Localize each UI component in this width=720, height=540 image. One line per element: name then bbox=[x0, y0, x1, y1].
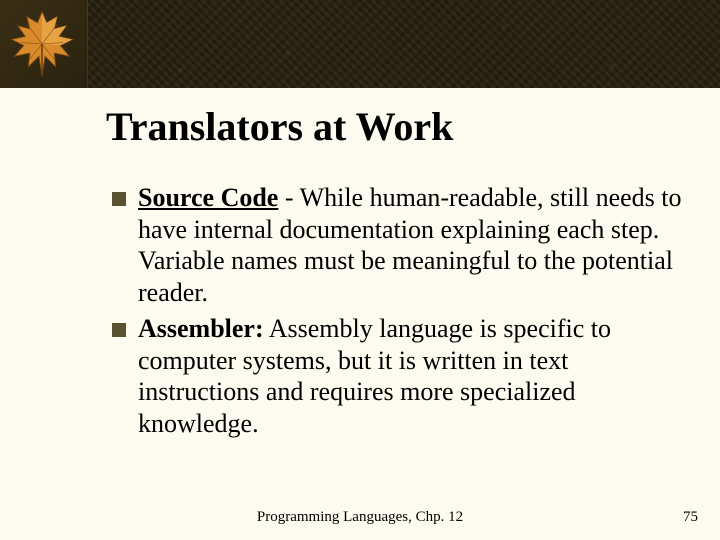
slide-title: Translators at Work bbox=[106, 106, 692, 148]
bullet-sep: - bbox=[278, 183, 299, 212]
bullet-list: Source Code - While human-readable, stil… bbox=[106, 182, 692, 440]
left-margin-band bbox=[0, 88, 88, 540]
bullet-item: Source Code - While human-readable, stil… bbox=[110, 182, 692, 309]
slide-content: Translators at Work Source Code - While … bbox=[88, 88, 720, 540]
bullet-term: Source Code bbox=[138, 183, 278, 212]
bullet-item: Assembler: Assembly language is specific… bbox=[110, 313, 692, 440]
maple-leaf-icon bbox=[4, 6, 80, 82]
header-texture-band bbox=[0, 0, 720, 88]
bullet-term: Assembler: bbox=[138, 314, 264, 343]
footer-text: Programming Languages, Chp. 12 bbox=[0, 509, 720, 526]
page-number: 75 bbox=[683, 509, 698, 526]
